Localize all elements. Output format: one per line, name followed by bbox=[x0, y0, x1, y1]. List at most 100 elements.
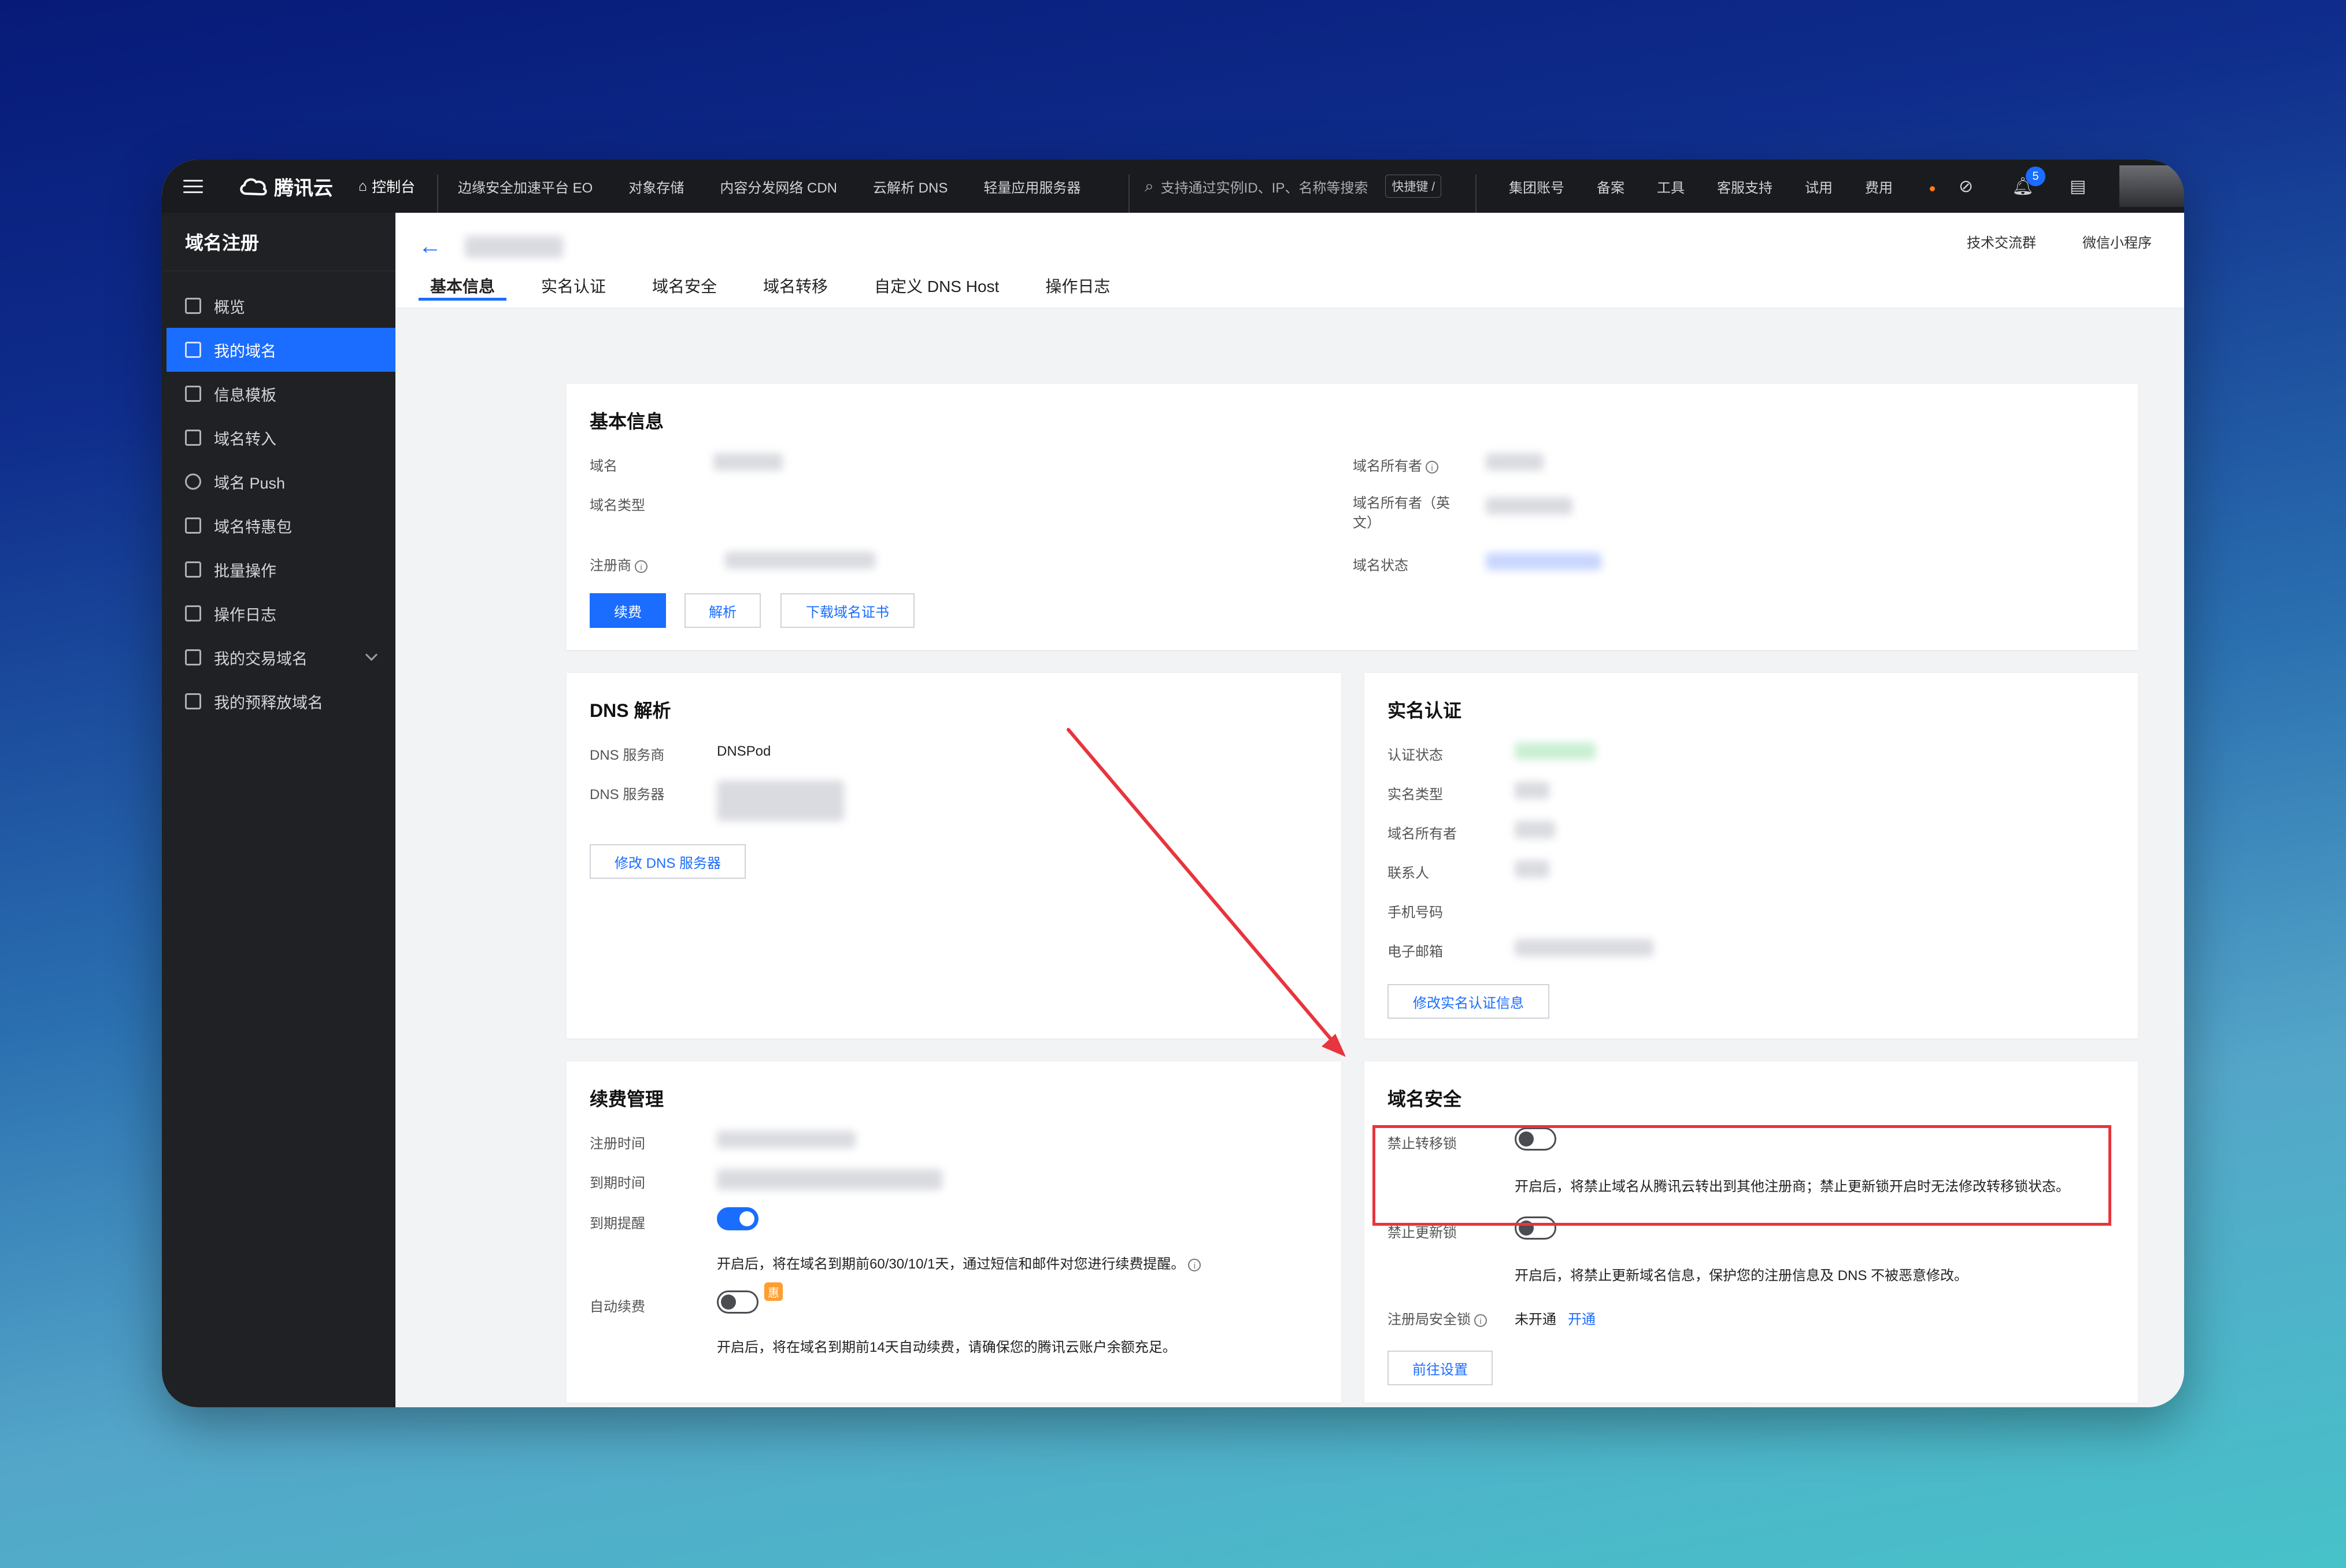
highlight-box bbox=[1372, 1125, 2111, 1226]
owner-label: 域名所有者 i bbox=[1353, 454, 1438, 475]
auto-renew-description: 开启后，将在域名到期前14天自动续费，请确保您的腾讯云账户余额充足。 bbox=[717, 1340, 1176, 1355]
card-title: DNS 解析 bbox=[590, 700, 671, 721]
sidebar-item-label: 我的预释放域名 bbox=[214, 694, 323, 712]
status-value-redacted bbox=[1486, 553, 1601, 570]
sidebar-title: 域名注册 bbox=[162, 213, 395, 271]
realname-status-label: 认证状态 bbox=[1387, 748, 1443, 763]
nav-link-tools[interactable]: 工具 bbox=[1657, 176, 1685, 197]
nav-link-eo[interactable]: 边缘安全加速平台 EO bbox=[458, 176, 593, 197]
sidebar-item-label: 我的交易域名 bbox=[214, 650, 308, 668]
sidebar-item-prerelease[interactable]: 我的预释放域名 bbox=[162, 679, 395, 723]
card-title: 域名安全 bbox=[1387, 1089, 1462, 1110]
renew-button[interactable]: 续费 bbox=[590, 593, 666, 628]
nav-link-cdn[interactable]: 内容分发网络 CDN bbox=[720, 176, 837, 197]
domain-value-redacted bbox=[713, 453, 783, 471]
resolve-button[interactable]: 解析 bbox=[684, 593, 761, 628]
go-settings-button[interactable]: 前往设置 bbox=[1387, 1351, 1493, 1385]
email-redacted bbox=[1515, 939, 1653, 956]
billing-label: 费用 bbox=[1865, 180, 1893, 196]
sidebar-item-my-domains[interactable]: 我的域名 bbox=[166, 328, 395, 372]
sidebar-item-templates[interactable]: 信息模板 bbox=[162, 372, 395, 416]
registry-lock-label: 注册局安全锁 i bbox=[1387, 1308, 1487, 1328]
sidebar-item-label: 域名 Push bbox=[214, 474, 286, 492]
menu-icon[interactable] bbox=[183, 160, 203, 213]
contact-redacted bbox=[1515, 860, 1549, 878]
tab-transfer[interactable]: 域名转移 bbox=[752, 267, 839, 301]
tab-dns-host[interactable]: 自定义 DNS Host bbox=[863, 267, 1011, 301]
sidebar-item-packages[interactable]: 域名特惠包 bbox=[162, 504, 395, 548]
realname-status-redacted bbox=[1515, 742, 1596, 760]
exp-time-redacted bbox=[717, 1169, 942, 1190]
nav-link-billing[interactable]: 费用 bbox=[1865, 176, 1967, 197]
tab-basic-info[interactable]: 基本信息 bbox=[419, 267, 507, 301]
console-window: 腾讯云 ⌂ 控制台 边缘安全加速平台 EO 对象存储 内容分发网络 CDN 云解… bbox=[162, 160, 2184, 1407]
brand-logo[interactable]: 腾讯云 bbox=[238, 160, 333, 213]
top-navigation-bar: 腾讯云 ⌂ 控制台 边缘安全加速平台 EO 对象存储 内容分发网络 CDN 云解… bbox=[162, 160, 2184, 228]
nav-link-support[interactable]: 客服支持 bbox=[1717, 176, 1773, 197]
transfer-icon bbox=[185, 430, 201, 446]
avatar[interactable] bbox=[2119, 165, 2184, 207]
page-title-redacted bbox=[465, 236, 563, 258]
modify-realname-button[interactable]: 修改实名认证信息 bbox=[1387, 984, 1549, 1019]
sidebar-item-logs[interactable]: 操作日志 bbox=[162, 591, 395, 635]
tab-security[interactable]: 域名安全 bbox=[641, 267, 728, 301]
info-icon[interactable]: i bbox=[1188, 1258, 1201, 1271]
nav-link-lighthouse[interactable]: 轻量应用服务器 bbox=[983, 176, 1081, 197]
nav-link-trial[interactable]: 试用 bbox=[1805, 176, 1833, 197]
registrar-value-redacted bbox=[725, 552, 875, 569]
auto-renew-toggle[interactable] bbox=[717, 1290, 758, 1314]
exp-time-label: 到期时间 bbox=[590, 1175, 645, 1191]
nav-link-cos[interactable]: 对象存储 bbox=[628, 176, 684, 197]
billing-dot-icon bbox=[1930, 186, 1935, 191]
tab-logs[interactable]: 操作日志 bbox=[1034, 267, 1122, 301]
realname-type-label: 实名类型 bbox=[1387, 787, 1443, 803]
cart-icon[interactable]: ▤ bbox=[2070, 160, 2086, 213]
sidebar-item-overview[interactable]: 概览 bbox=[162, 284, 395, 328]
enable-registry-lock-link[interactable]: 开通 bbox=[1568, 1312, 1596, 1327]
main-content: ← 技术交流群 微信小程序 基本信息 实名认证 域名安全 域名转移 自定义 DN… bbox=[395, 213, 2184, 1407]
email-label: 电子邮箱 bbox=[1387, 944, 1443, 960]
sidebar-item-transfer-in[interactable]: 域名转入 bbox=[162, 416, 395, 460]
document-icon bbox=[185, 386, 201, 402]
reminder-toggle[interactable] bbox=[717, 1207, 758, 1230]
nav-link-dns[interactable]: 云解析 DNS bbox=[873, 176, 948, 197]
mini-program-link[interactable]: 微信小程序 bbox=[2082, 231, 2152, 252]
reminder-description: 开启后，将在域名到期前60/30/10/1天，通过短信和邮件对您进行续费提醒。 i bbox=[717, 1252, 1201, 1273]
sidebar-item-batch[interactable]: 批量操作 bbox=[162, 548, 395, 591]
download-cert-button[interactable]: 下载域名证书 bbox=[780, 593, 915, 628]
update-lock-description: 开启后，将禁止更新域名信息，保护您的注册信息及 DNS 不被恶意修改。 bbox=[1515, 1268, 1968, 1284]
sidebar-item-label: 信息模板 bbox=[214, 386, 276, 404]
sidebar-item-label: 我的域名 bbox=[214, 342, 276, 360]
sidebar-item-label: 批量操作 bbox=[214, 562, 276, 580]
realname-card: 实名认证 认证状态 实名类型 域名所有者 联系人 手机号码 电子邮箱 修改实名认… bbox=[1364, 673, 2138, 1038]
card-title: 基本信息 bbox=[590, 411, 664, 432]
modify-dns-button[interactable]: 修改 DNS 服务器 bbox=[590, 844, 746, 879]
realname-type-redacted bbox=[1515, 782, 1549, 799]
nav-link-icp[interactable]: 备案 bbox=[1597, 176, 1625, 197]
sidebar-item-trade[interactable]: 我的交易域名 bbox=[162, 635, 395, 679]
push-icon bbox=[185, 474, 201, 490]
tech-group-link[interactable]: 技术交流群 bbox=[1967, 231, 2036, 252]
owner-label-text: 域名所有者 bbox=[1353, 458, 1422, 474]
card-title: 续费管理 bbox=[590, 1089, 664, 1110]
contact-label: 联系人 bbox=[1387, 866, 1429, 881]
reminder-label: 到期提醒 bbox=[590, 1216, 645, 1232]
registry-lock-status: 未开通 开通 bbox=[1515, 1308, 1596, 1328]
notification-count-badge: 5 bbox=[2026, 167, 2045, 186]
console-link[interactable]: ⌂ 控制台 bbox=[358, 160, 415, 213]
sidebar-item-push[interactable]: 域名 Push bbox=[162, 460, 395, 504]
list-icon bbox=[185, 649, 201, 665]
brand-name: 腾讯云 bbox=[274, 177, 333, 199]
info-icon[interactable]: i bbox=[635, 560, 647, 573]
dns-provider-label: DNS 服务商 bbox=[590, 748, 665, 763]
page-header: ← 技术交流群 微信小程序 基本信息 实名认证 域名安全 域名转移 自定义 DN… bbox=[395, 213, 2184, 308]
tab-realname[interactable]: 实名认证 bbox=[530, 267, 617, 301]
back-arrow-icon[interactable]: ← bbox=[419, 235, 442, 258]
nav-link-group-account[interactable]: 集团账号 bbox=[1509, 176, 1564, 197]
global-search-input[interactable]: ⌕ 支持通过实例ID、IP、名称等搜索 快捷键 / bbox=[1145, 160, 1503, 213]
help-icon[interactable]: ⊘ bbox=[1959, 160, 1973, 213]
info-icon[interactable]: i bbox=[1474, 1314, 1487, 1327]
info-icon[interactable]: i bbox=[1426, 460, 1438, 474]
registrar-label: 注册商 i bbox=[590, 554, 647, 574]
calendar-icon bbox=[185, 605, 201, 622]
